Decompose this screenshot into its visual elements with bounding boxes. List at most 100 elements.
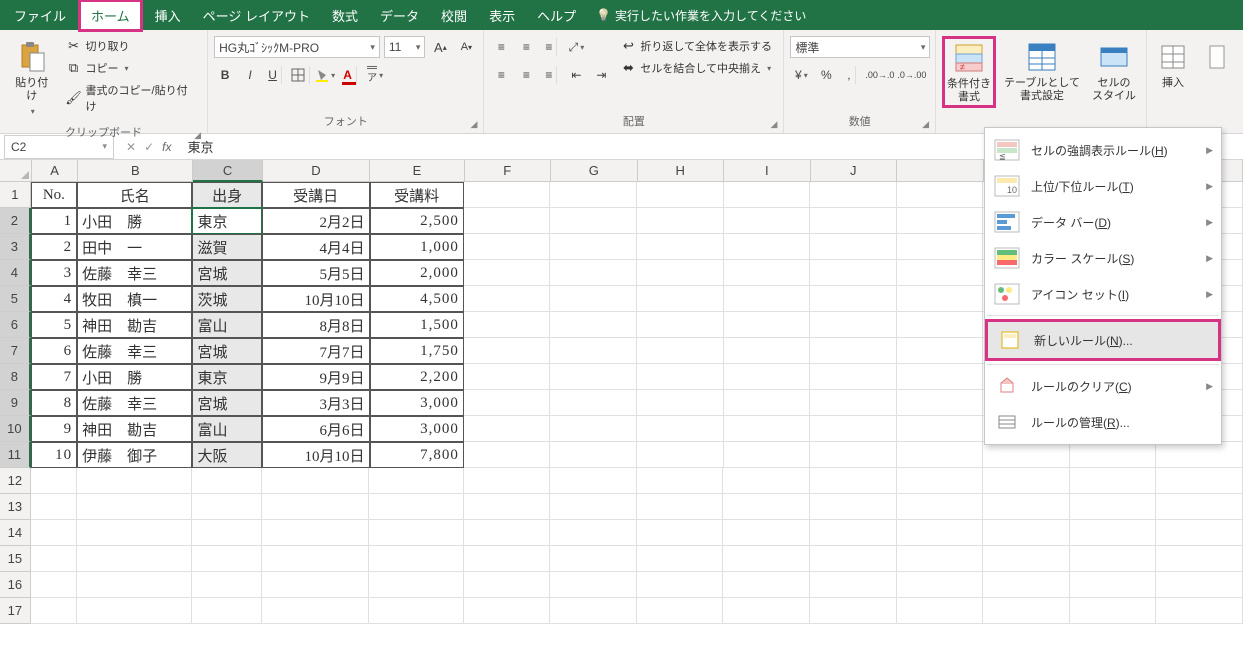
cell[interactable] [192,520,261,546]
cell[interactable]: 1,750 [370,338,464,364]
cell[interactable] [983,598,1070,624]
cell[interactable] [637,546,724,572]
cell[interactable] [1156,468,1243,494]
cell[interactable]: 8 [31,390,77,416]
dialog-launcher-icon[interactable]: ◢ [922,119,929,130]
font-color-button[interactable]: A [339,64,361,86]
cell[interactable] [983,546,1070,572]
cell[interactable]: 受講料 [370,182,464,208]
cell[interactable] [1070,442,1157,468]
tab-home[interactable]: ホーム [78,0,143,32]
cell[interactable]: 氏名 [77,182,192,208]
cell[interactable] [464,416,551,442]
cell[interactable]: 富山 [192,416,261,442]
cell[interactable]: 5 [31,312,77,338]
cell[interactable] [464,312,551,338]
menu-item-databar[interactable]: データ バー(D)▶ [985,204,1221,240]
cell[interactable] [810,390,897,416]
row-header[interactable]: 10 [0,416,31,442]
cell[interactable] [637,442,724,468]
cell[interactable] [262,468,370,494]
cell[interactable] [637,468,724,494]
cell[interactable] [637,520,724,546]
cell[interactable]: 7 [31,364,77,390]
tab-page-layout[interactable]: ページ レイアウト [193,2,320,29]
cell[interactable] [637,312,724,338]
cell[interactable] [192,598,261,624]
merge-center-button[interactable]: ⬌セルを結合して中央揃え [616,58,776,78]
cell[interactable] [464,286,551,312]
col-header-A[interactable]: A [32,160,78,182]
cell[interactable] [810,312,897,338]
cell[interactable] [1156,520,1243,546]
row-header[interactable]: 16 [0,572,31,598]
cell[interactable] [983,572,1070,598]
cell[interactable]: 4 [31,286,77,312]
cell[interactable]: 滋賀 [192,234,261,260]
cell[interactable] [810,520,897,546]
cell[interactable] [550,338,637,364]
cell[interactable] [31,572,77,598]
cell[interactable] [550,572,637,598]
cell[interactable] [1156,572,1243,598]
cell[interactable] [31,494,77,520]
cell[interactable] [77,546,192,572]
cell[interactable] [810,286,897,312]
col-header-H[interactable]: H [638,160,725,182]
cell[interactable]: 6 [31,338,77,364]
cell[interactable]: 9 [31,416,77,442]
cell[interactable] [810,208,897,234]
cell[interactable] [983,494,1070,520]
cell[interactable] [810,546,897,572]
row-header[interactable]: 6 [0,312,31,338]
col-header-G[interactable]: G [551,160,638,182]
row-header[interactable]: 14 [0,520,31,546]
comma-button[interactable]: , [840,64,862,86]
cell[interactable] [262,520,370,546]
cell[interactable] [637,182,724,208]
cell[interactable] [1070,572,1157,598]
cell[interactable] [192,546,261,572]
cell[interactable] [192,572,261,598]
cell[interactable] [724,416,811,442]
select-all-button[interactable] [0,160,32,182]
align-center-button[interactable]: ≡ [515,64,537,86]
cell[interactable] [1156,442,1243,468]
menu-item-iconset[interactable]: アイコン セット(I)▶ [985,276,1221,312]
cell[interactable] [637,572,724,598]
cell[interactable]: 東京 [192,208,261,234]
cell[interactable] [897,416,984,442]
row-header[interactable]: 17 [0,598,31,624]
tab-formulas[interactable]: 数式 [322,2,368,29]
cell[interactable] [369,546,463,572]
cell[interactable] [1070,468,1157,494]
cell[interactable] [724,364,811,390]
cell[interactable] [550,598,637,624]
cell[interactable]: 1 [31,208,77,234]
cell[interactable] [897,364,984,390]
tab-help[interactable]: ヘルプ [527,2,586,29]
cell[interactable] [550,234,637,260]
cell[interactable] [464,390,551,416]
tab-view[interactable]: 表示 [479,2,525,29]
insert-cells-button[interactable]: 挿入 [1153,36,1193,93]
cell[interactable]: 10 [31,442,77,468]
col-header-E[interactable]: E [370,160,464,182]
row-header[interactable]: 4 [0,260,31,286]
cell[interactable] [897,546,984,572]
cell[interactable] [637,338,724,364]
cell[interactable] [1156,598,1243,624]
cell[interactable] [550,286,637,312]
cell[interactable]: 佐藤 幸三 [77,390,192,416]
menu-item-highlight[interactable]: ≦セルの強調表示ルール(H)▶ [985,132,1221,168]
cell[interactable]: 伊藤 御子 [77,442,192,468]
cell[interactable] [31,468,77,494]
dialog-launcher-icon[interactable]: ◢ [470,119,477,130]
cell[interactable] [31,520,77,546]
row-header[interactable]: 13 [0,494,31,520]
cell[interactable]: 10月10日 [262,442,370,468]
cell[interactable] [810,182,897,208]
cell[interactable]: 佐藤 幸三 [77,338,192,364]
cell[interactable]: 1,000 [370,234,464,260]
menu-item-newrule[interactable]: 新しいルール(N)... [985,319,1221,361]
